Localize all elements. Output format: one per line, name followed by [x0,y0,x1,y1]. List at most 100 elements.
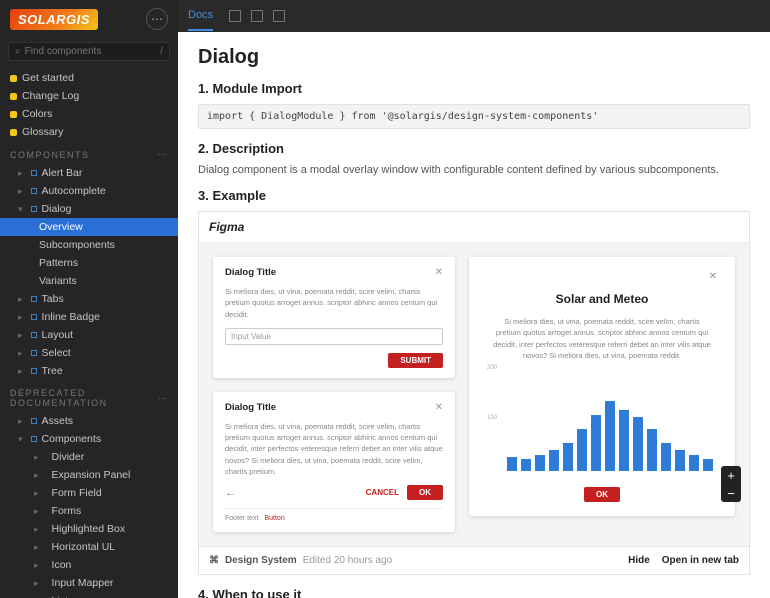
sidebar-item-deprecated-components[interactable]: ▾Components [0,430,178,448]
chart-bar [507,457,517,471]
sidebar-item-select[interactable]: ▸Select [0,344,178,362]
sidebar-item-form-field[interactable]: ▸Form Field [0,484,178,502]
cancel-button[interactable]: CANCEL [366,488,399,497]
zoom-control[interactable]: +− [721,466,741,502]
chart-bar [633,417,643,471]
section-components: COMPONENTS⋯ [0,141,178,164]
h-when: 4. When to use it [198,587,750,598]
sidebar-item-variants[interactable]: Variants [0,272,178,290]
dialog-card-3: ✕ Solar and Meteo Si meliora dies, ut vi… [469,257,735,516]
more-icon[interactable]: ⋯ [146,8,168,30]
figma-icon: ⌘ [209,555,219,566]
dialog3-text: Si meliora dies, ut vina, poemata reddit… [491,316,713,361]
dialog1-title: Dialog Title [225,267,276,278]
dialog-card-2: Dialog Title ✕ Si meliora dies, ut vina, … [213,392,455,532]
close-icon[interactable]: ✕ [435,402,443,413]
shortcut-hint: / [160,46,163,57]
h-example: 3. Example [198,188,750,203]
sidebar-item-get-started[interactable]: Get started [0,69,178,87]
back-icon[interactable]: ← [225,487,236,499]
open-new-tab-button[interactable]: Open in new tab [662,555,739,566]
close-icon[interactable]: ✕ [435,267,443,278]
dialog3-title: Solar and Meteo [556,292,649,306]
sidebar-item-forms[interactable]: ▸Forms [0,502,178,520]
zoom-out-icon[interactable]: − [721,484,741,502]
edited-label: Edited 20 hours ago [303,555,393,566]
dialog1-text: Si meliora dies, ut vina, poemata reddit… [225,286,443,320]
chart-bar [591,415,601,471]
figma-canvas: Dialog Title ✕ Si meliora dies, ut vina, … [199,243,749,546]
close-icon[interactable]: ✕ [709,271,717,282]
sidebar-item-tree[interactable]: ▸Tree [0,362,178,380]
main: Docs Dialog 1. Module Import import { Di… [178,0,770,598]
ok-button[interactable]: OK [407,485,443,500]
chart-bar [549,450,559,471]
sidebar: SOLARGIS ⋯ ⌕ / Get startedChange LogColo… [0,0,178,598]
sidebar-item-highlighted-box[interactable]: ▸Highlighted Box [0,520,178,538]
sidebar-item-inline-badge[interactable]: ▸Inline Badge [0,308,178,326]
sidebar-item-tabs[interactable]: ▸Tabs [0,290,178,308]
dialog2-title: Dialog Title [225,402,276,413]
chart-bar [661,443,671,471]
dialog2-text: Si meliora dies, ut vina, poemata reddit… [225,421,443,477]
figma-footer: ⌘ Design System Edited 20 hours ago Hide Op… [199,546,749,574]
tab-docs[interactable]: Docs [188,1,213,31]
chart-bar [619,410,629,471]
sidebar-item-dialog[interactable]: ▾Dialog [0,200,178,218]
figma-embed: Figma Dialog Title ✕ Si meliora dies, ut … [198,211,750,575]
zoom-in-icon[interactable]: + [721,466,741,484]
footer-text: Footer text [225,515,258,522]
ds-label: Design System [225,555,297,566]
chart-bar [577,429,587,471]
chart-bar [521,459,531,471]
sidebar-item-autocomplete[interactable]: ▸Autocomplete [0,182,178,200]
desc-text: Dialog component is a modal overlay wind… [198,164,750,176]
h-import: 1. Module Import [198,81,750,96]
sidebar-item-alert-bar[interactable]: ▸Alert Bar [0,164,178,182]
chart-bar [605,401,615,472]
code-block: import { DialogModule } from '@solargis/… [198,104,750,129]
h-desc: 2. Description [198,141,750,156]
sidebar-item-colors[interactable]: Colors [0,105,178,123]
chart-bar [703,459,713,471]
sidebar-item-assets[interactable]: ▸Assets [0,412,178,430]
sidebar-item-change-log[interactable]: Change Log [0,87,178,105]
content: Dialog 1. Module Import import { DialogM… [178,32,770,598]
dialog1-input[interactable]: Input Value [225,328,443,345]
sidebar-item-patterns[interactable]: Patterns [0,254,178,272]
sidebar-item-input-mapper[interactable]: ▸Input Mapper [0,574,178,592]
sidebar-item-list[interactable]: ▸List [0,592,178,598]
sidebar-item-expansion-panel[interactable]: ▸Expansion Panel [0,466,178,484]
logo-row: SOLARGIS ⋯ [0,0,178,38]
figma-header: Figma [199,212,749,243]
hide-button[interactable]: Hide [628,555,650,566]
chart-bar [689,455,699,471]
tabbar: Docs [178,0,770,32]
sidebar-item-glossary[interactable]: Glossary [0,123,178,141]
chart: 200100 [487,371,717,471]
tab-view-icons [229,10,285,22]
sidebar-item-horizontal-ul[interactable]: ▸Horizontal UL [0,538,178,556]
search-input-wrap[interactable]: ⌕ / [8,42,170,61]
footer-button[interactable]: Button [264,515,284,522]
search-input[interactable] [25,46,161,57]
chart-bar [675,450,685,471]
view-icon-3[interactable] [273,10,285,22]
sidebar-item-divider[interactable]: ▸Divider [0,448,178,466]
chart-bar [563,443,573,471]
search-icon: ⌕ [15,46,21,57]
dialog-card-1: Dialog Title ✕ Si meliora dies, ut vina, … [213,257,455,378]
page-title: Dialog [198,46,750,69]
section-deprecated: DEPRECATEDDOCUMENTATION⋯ [0,380,178,412]
view-icon-1[interactable] [229,10,241,22]
chart-bar [535,455,545,471]
view-icon-2[interactable] [251,10,263,22]
submit-button[interactable]: SUBMIT [388,353,443,368]
ok-button[interactable]: OK [584,487,620,502]
sidebar-item-subcomponents[interactable]: Subcomponents [0,236,178,254]
sidebar-item-icon[interactable]: ▸Icon [0,556,178,574]
chart-bar [647,429,657,471]
sidebar-item-overview[interactable]: Overview [0,218,178,236]
sidebar-item-layout[interactable]: ▸Layout [0,326,178,344]
brand-logo: SOLARGIS [10,9,98,30]
